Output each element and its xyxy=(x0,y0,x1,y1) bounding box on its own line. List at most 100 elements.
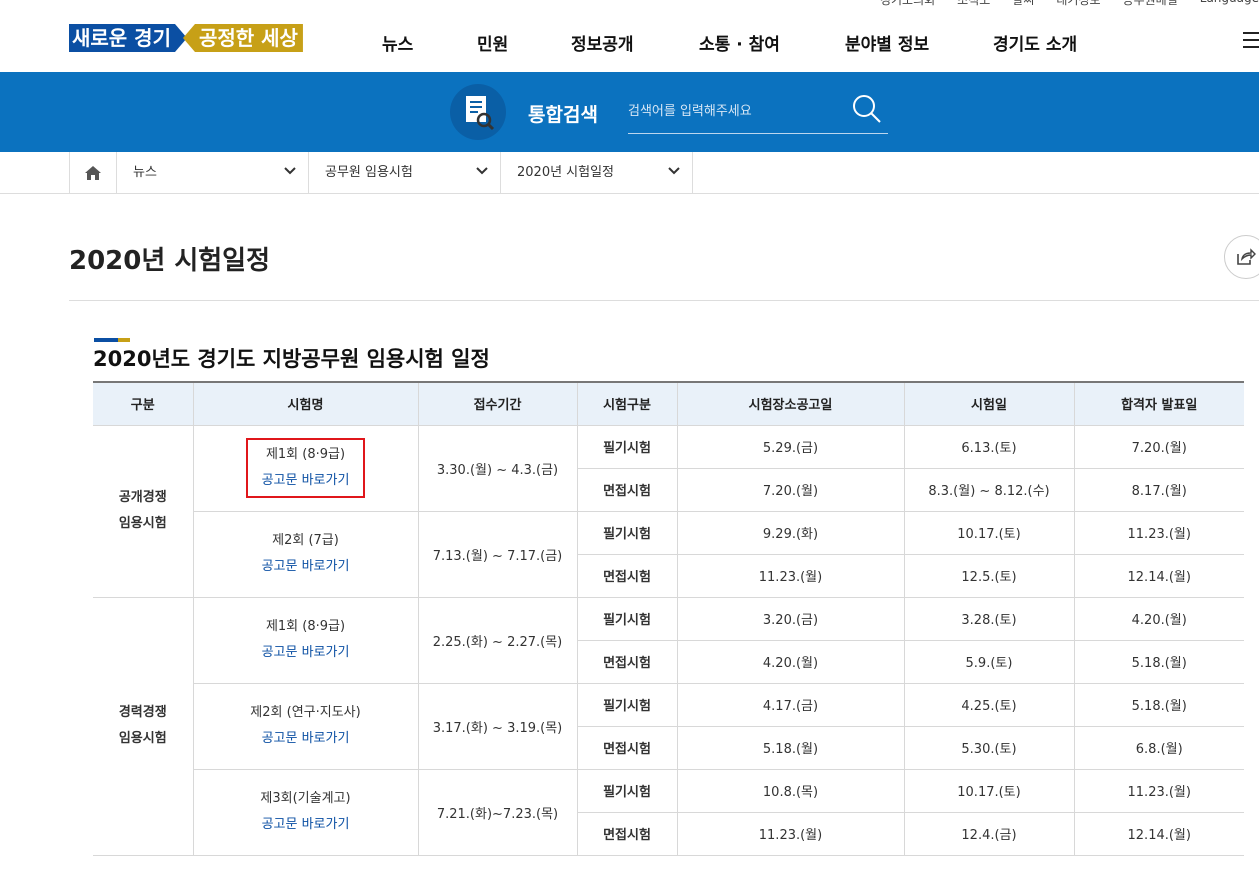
site-logo[interactable]: 새로운 경기 공정한 세상 xyxy=(69,24,303,52)
nav-info[interactable]: 정보공개 xyxy=(571,30,699,55)
notice-date-cell: 7.20.(월) xyxy=(676,467,905,512)
search-input[interactable] xyxy=(628,90,888,134)
header-category: 구분 xyxy=(93,381,194,426)
result-date-cell: 12.14.(월) xyxy=(1073,553,1244,598)
notice-link[interactable]: 공고문 바로가기 xyxy=(262,726,350,752)
logo-part2: 공정한 세상 xyxy=(182,24,303,52)
nav-field[interactable]: 분야별 정보 xyxy=(845,30,993,55)
search-icon[interactable] xyxy=(850,92,884,126)
notice-date-cell: 4.20.(월) xyxy=(676,639,905,684)
round-cell: 제3회(기술계고) 공고문 바로가기 xyxy=(193,768,419,856)
exam-type-cell: 면접시험 xyxy=(577,553,678,598)
breadcrumb-news[interactable]: 뉴스 xyxy=(117,152,309,193)
header-exam-name: 시험명 xyxy=(192,381,419,426)
notice-date-cell: 11.23.(월) xyxy=(676,553,905,598)
exam-date-cell: 3.28.(토) xyxy=(903,596,1075,641)
category-label: 경력경쟁 xyxy=(118,705,167,720)
notice-date-cell: 5.29.(금) xyxy=(676,424,905,469)
section-title: 2020년도 경기도 지방공무원 임용시험 일정 xyxy=(93,347,490,371)
exam-date-cell: 12.4.(금) xyxy=(903,811,1075,856)
period-cell: 3.17.(화) ~ 3.19.(목) xyxy=(417,682,578,770)
header-period: 접수기간 xyxy=(417,381,578,426)
category-label: 임용시험 xyxy=(118,731,167,746)
exam-type-cell: 필기시험 xyxy=(576,768,678,813)
chevron-down-icon xyxy=(668,167,680,175)
chevron-down-icon xyxy=(476,167,488,175)
result-date-cell: 5.18.(월) xyxy=(1073,639,1244,684)
exam-type-cell: 필기시험 xyxy=(576,682,678,727)
exam-date-cell: 10.17.(토) xyxy=(903,510,1075,555)
round-name: 제2회 (연구·지도사) xyxy=(250,705,361,720)
nav-civil[interactable]: 민원 xyxy=(477,30,571,55)
round-cell: 제2회 (7급) 공고문 바로가기 xyxy=(193,510,419,598)
round-cell: 제2회 (연구·지도사) 공고문 바로가기 xyxy=(193,682,419,770)
round-name: 제1회 (8·9급) xyxy=(265,619,346,634)
header-notice-date: 시험장소공고일 xyxy=(676,381,905,426)
nav-about[interactable]: 경기도 소개 xyxy=(993,30,1077,55)
main-nav: 뉴스 민원 정보공개 소통 · 참여 분야별 정보 경기도 소개 xyxy=(382,30,1077,55)
table-row: 제2회 (7급) 공고문 바로가기 7.13.(월) ~ 7.17.(금) 필기… xyxy=(93,510,1244,598)
result-date-cell: 12.14.(월) xyxy=(1073,811,1244,856)
exam-type-cell: 필기시험 xyxy=(576,510,678,555)
page-title: 2020년 시험일정 xyxy=(69,246,271,276)
section-mark xyxy=(94,327,130,342)
breadcrumb-news-label: 뉴스 xyxy=(133,165,157,180)
search-title: 통합검색 xyxy=(528,104,598,126)
exam-date-cell: 5.9.(토) xyxy=(903,639,1075,684)
breadcrumb-schedule[interactable]: 2020년 시험일정 xyxy=(501,152,693,193)
breadcrumb: 뉴스 공무원 임용시험 2020년 시험일정 xyxy=(0,152,1259,194)
result-date-cell: 11.23.(월) xyxy=(1073,510,1244,555)
share-button[interactable] xyxy=(1224,235,1259,279)
exam-date-cell: 6.13.(토) xyxy=(903,424,1075,469)
notice-link[interactable]: 공고문 바로가기 xyxy=(262,640,350,666)
site-header: 새로운 경기 공정한 세상 뉴스 민원 정보공개 소통 · 참여 분야별 정보 … xyxy=(0,0,1259,72)
category-cell: 공개경쟁 임용시험 xyxy=(93,424,194,598)
header-exam-type: 시험구분 xyxy=(576,381,678,426)
chevron-down-icon xyxy=(284,167,296,175)
menu-icon[interactable] xyxy=(1243,32,1259,48)
exam-date-cell: 5.30.(토) xyxy=(903,725,1075,770)
header-result-date: 합격자 발표일 xyxy=(1073,381,1244,426)
exam-type-cell: 필기시험 xyxy=(576,596,678,641)
nav-comm[interactable]: 소통 · 참여 xyxy=(699,30,845,55)
period-cell: 7.21.(화)~7.23.(목) xyxy=(417,768,578,856)
breadcrumb-exam-label: 공무원 임용시험 xyxy=(325,165,413,180)
breadcrumb-schedule-label: 2020년 시험일정 xyxy=(517,165,615,180)
notice-date-cell: 9.29.(화) xyxy=(676,510,905,555)
home-icon[interactable] xyxy=(69,152,117,193)
exam-type-cell: 면접시험 xyxy=(577,725,678,770)
table-row: 제2회 (연구·지도사) 공고문 바로가기 3.17.(화) ~ 3.19.(목… xyxy=(93,682,1244,770)
table-row: 공개경쟁 임용시험 제1회 (8·9급) 공고문 바로가기 3.30.(월) ~… xyxy=(93,424,1244,598)
notice-date-cell: 3.20.(금) xyxy=(676,596,905,641)
notice-link[interactable]: 공고문 바로가기 xyxy=(262,554,350,580)
notice-date-cell: 11.23.(월) xyxy=(676,811,905,856)
round-cell: 제1회 (8·9급) 공고문 바로가기 xyxy=(192,596,419,684)
notice-date-cell: 10.8.(목) xyxy=(676,768,905,813)
notice-date-cell: 4.17.(금) xyxy=(676,682,905,727)
exam-date-cell: 4.25.(토) xyxy=(903,682,1075,727)
share-icon xyxy=(1237,248,1256,265)
result-date-cell: 4.20.(월) xyxy=(1073,596,1244,641)
search-document-icon xyxy=(450,84,506,140)
exam-type-cell: 면접시험 xyxy=(577,811,678,856)
notice-date-cell: 5.18.(월) xyxy=(676,725,905,770)
result-date-cell: 7.20.(월) xyxy=(1073,424,1244,469)
round-name: 제1회 (8·9급) xyxy=(265,447,346,462)
period-cell: 3.30.(월) ~ 4.3.(금) xyxy=(417,424,578,512)
nav-news[interactable]: 뉴스 xyxy=(382,30,477,55)
notice-link[interactable]: 공고문 바로가기 xyxy=(262,812,350,838)
exam-type-cell: 면접시험 xyxy=(577,639,678,684)
period-cell: 2.25.(화) ~ 2.27.(목) xyxy=(417,596,578,684)
logo-part1: 새로운 경기 xyxy=(69,24,175,52)
table-header-row: 구분 시험명 접수기간 시험구분 시험장소공고일 시험일 합격자 발표일 xyxy=(93,381,1244,426)
period-cell: 7.13.(월) ~ 7.17.(금) xyxy=(417,510,578,598)
header-exam-date: 시험일 xyxy=(903,381,1075,426)
notice-link[interactable]: 공고문 바로가기 xyxy=(262,468,350,494)
exam-type-cell: 면접시험 xyxy=(577,467,678,512)
highlight-box: 제1회 (8·9급) 공고문 바로가기 xyxy=(245,438,366,498)
search-band: 통합검색 xyxy=(0,72,1259,152)
result-date-cell: 6.8.(월) xyxy=(1073,725,1244,770)
breadcrumb-exam[interactable]: 공무원 임용시험 xyxy=(309,152,501,193)
exam-date-cell: 12.5.(토) xyxy=(903,553,1075,598)
table-row: 제3회(기술계고) 공고문 바로가기 7.21.(화)~7.23.(목) 필기시… xyxy=(93,768,1244,856)
